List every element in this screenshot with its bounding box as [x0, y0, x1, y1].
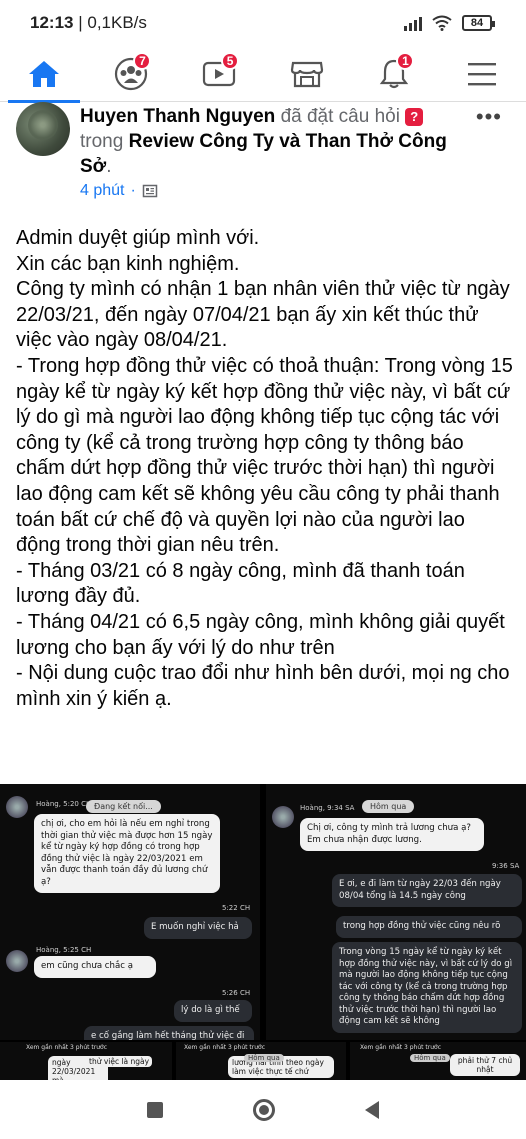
- status-right: 84: [404, 15, 495, 31]
- sender-label: Hoàng, 5:20 CH: [36, 800, 92, 808]
- battery-level: 84: [470, 17, 484, 29]
- status-time: 12:13: [30, 13, 74, 32]
- status-bar: 12:13 | 0,1KB/s 84: [0, 0, 526, 46]
- wifi-icon: [432, 15, 452, 31]
- reply-bubble: Trong vòng 15 ngày kể từ ngày ký kết hợp…: [332, 942, 522, 1033]
- home-icon: [28, 60, 59, 87]
- reply-bubble: e cố gắng làm hết tháng thử việc đi: [84, 1026, 254, 1040]
- date-pill: Hôm qua: [362, 800, 415, 813]
- group-privacy-icon: [142, 184, 158, 198]
- sender-avatar: [6, 796, 28, 818]
- date-pill: Hôm qua: [244, 1054, 284, 1062]
- notifications-badge: 1: [396, 51, 415, 70]
- mini-screenshot-2: Xem gần nhất 3 phút trước lương hải tính…: [176, 1042, 346, 1080]
- seen-label: Xem gần nhất 3 phút trước: [184, 1044, 266, 1051]
- question-icon: ?: [405, 108, 424, 126]
- mini-screenshot-3: Xem gần nhất 3 phút trước Hôm qua phải t…: [350, 1042, 526, 1080]
- nav-groups[interactable]: 7: [101, 46, 161, 102]
- battery-icon: 84: [462, 15, 495, 31]
- post-line: - Trong hợp đồng thử việc có thoả thuận:…: [16, 354, 513, 557]
- mini-text: thử việc là ngày: [86, 1056, 153, 1067]
- author-name[interactable]: Huyen Thanh Nguyen: [80, 106, 275, 127]
- message-time: 5:26 CH: [222, 989, 251, 997]
- reply-bubble: lý do là gì thế: [174, 1000, 252, 1022]
- nav-marketplace[interactable]: [277, 46, 337, 102]
- post-line: - Nội dung cuộc trao đổi như hình bên dư…: [16, 662, 510, 710]
- post-line: Xin các bạn kinh nghiệm.: [16, 252, 240, 275]
- post-line: - Tháng 04/21 có 6,5 ngày công, mình khô…: [16, 610, 505, 659]
- in-word: trong: [80, 131, 124, 152]
- network-speed: 0,1KB/s: [87, 13, 147, 32]
- mini-screenshot-1: Xem gần nhất 3 phút trước ngày 22/03/202…: [0, 1042, 172, 1080]
- author-avatar[interactable]: [16, 102, 70, 156]
- message-time: 5:22 CH: [222, 904, 251, 912]
- connecting-pill: Đang kết nối...: [86, 800, 161, 813]
- watch-badge: 5: [221, 51, 240, 70]
- nav-watch[interactable]: 5: [189, 46, 249, 102]
- system-nav-bar: [0, 1080, 526, 1139]
- back-button[interactable]: [365, 1100, 379, 1119]
- post-action: đã đặt câu hỏi: [280, 106, 400, 127]
- post-header: Huyen Thanh Nguyen đã đặt câu hỏi ? tron…: [16, 102, 510, 212]
- seen-label: Xem gần nhất 3 phút trước: [360, 1044, 442, 1051]
- message-time: 9:36 SA: [492, 862, 520, 870]
- date-pill: Hôm qua: [410, 1054, 450, 1062]
- message-bubble: chị ơi, cho em hỏi là nếu em nghỉ trong …: [34, 814, 220, 893]
- reply-bubble: E ơi, e đi làm từ ngày 22/03 đến ngày 08…: [332, 874, 522, 907]
- post-line: - Tháng 03/21 có 8 ngày công, mình đã th…: [16, 559, 465, 608]
- nav-notifications[interactable]: 1: [364, 46, 424, 102]
- chat-screenshot-right: Hoàng, 9:34 SA Hôm qua Chị ơi, công ty m…: [266, 784, 526, 1040]
- top-nav: 7 5 1: [0, 46, 526, 103]
- groups-badge: 7: [133, 51, 152, 70]
- nav-menu[interactable]: [452, 46, 512, 102]
- reply-bubble: E muốn nghỉ việc hả: [144, 917, 252, 939]
- seen-label: Xem gần nhất 3 phút trước: [26, 1044, 108, 1051]
- post-line: Công ty mình có nhận 1 bạn nhân viên thử…: [16, 278, 510, 352]
- message-bubble: em cũng chưa chắc ạ: [34, 956, 156, 978]
- sender-avatar: [272, 806, 294, 828]
- reply-bubble: trong hợp đồng thử việc cũng nêu rõ: [336, 916, 522, 938]
- mini-bubble: phải thử 7 chủ nhật: [450, 1054, 520, 1076]
- post-line: Admin duyệt giúp mình với.: [16, 227, 260, 249]
- more-options-icon[interactable]: •••: [476, 104, 502, 130]
- status-left: 12:13 | 0,1KB/s: [30, 13, 147, 32]
- hamburger-menu-icon: [468, 62, 497, 85]
- group-name[interactable]: Review Công Ty và Than Thở Công Sở: [80, 131, 447, 177]
- message-bubble: Chị ơi, công ty mình trả lương chưa ạ? E…: [300, 818, 484, 851]
- home-button[interactable]: [253, 1098, 275, 1121]
- recent-apps-button[interactable]: [147, 1101, 163, 1118]
- sender-label: Hoàng, 5:25 CH: [36, 946, 92, 954]
- nav-home[interactable]: [7, 46, 80, 103]
- sender-avatar: [6, 950, 28, 972]
- post-meta: 4 phút ·: [80, 182, 158, 200]
- attached-screenshots[interactable]: Hoàng, 5:20 CH Đang kết nối... chị ơi, c…: [0, 784, 526, 1080]
- sender-label: Hoàng, 9:34 SA: [300, 804, 355, 812]
- post-body: Admin duyệt giúp mình với. Xin các bạn k…: [16, 226, 514, 712]
- post-time[interactable]: 4 phút: [80, 182, 124, 200]
- marketplace-icon: [290, 61, 323, 87]
- signal-icon: [404, 15, 422, 31]
- chat-screenshot-left: Hoàng, 5:20 CH Đang kết nối... chị ơi, c…: [0, 784, 260, 1040]
- post-header-text: Huyen Thanh Nguyen đã đặt câu hỏi ? tron…: [80, 106, 447, 177]
